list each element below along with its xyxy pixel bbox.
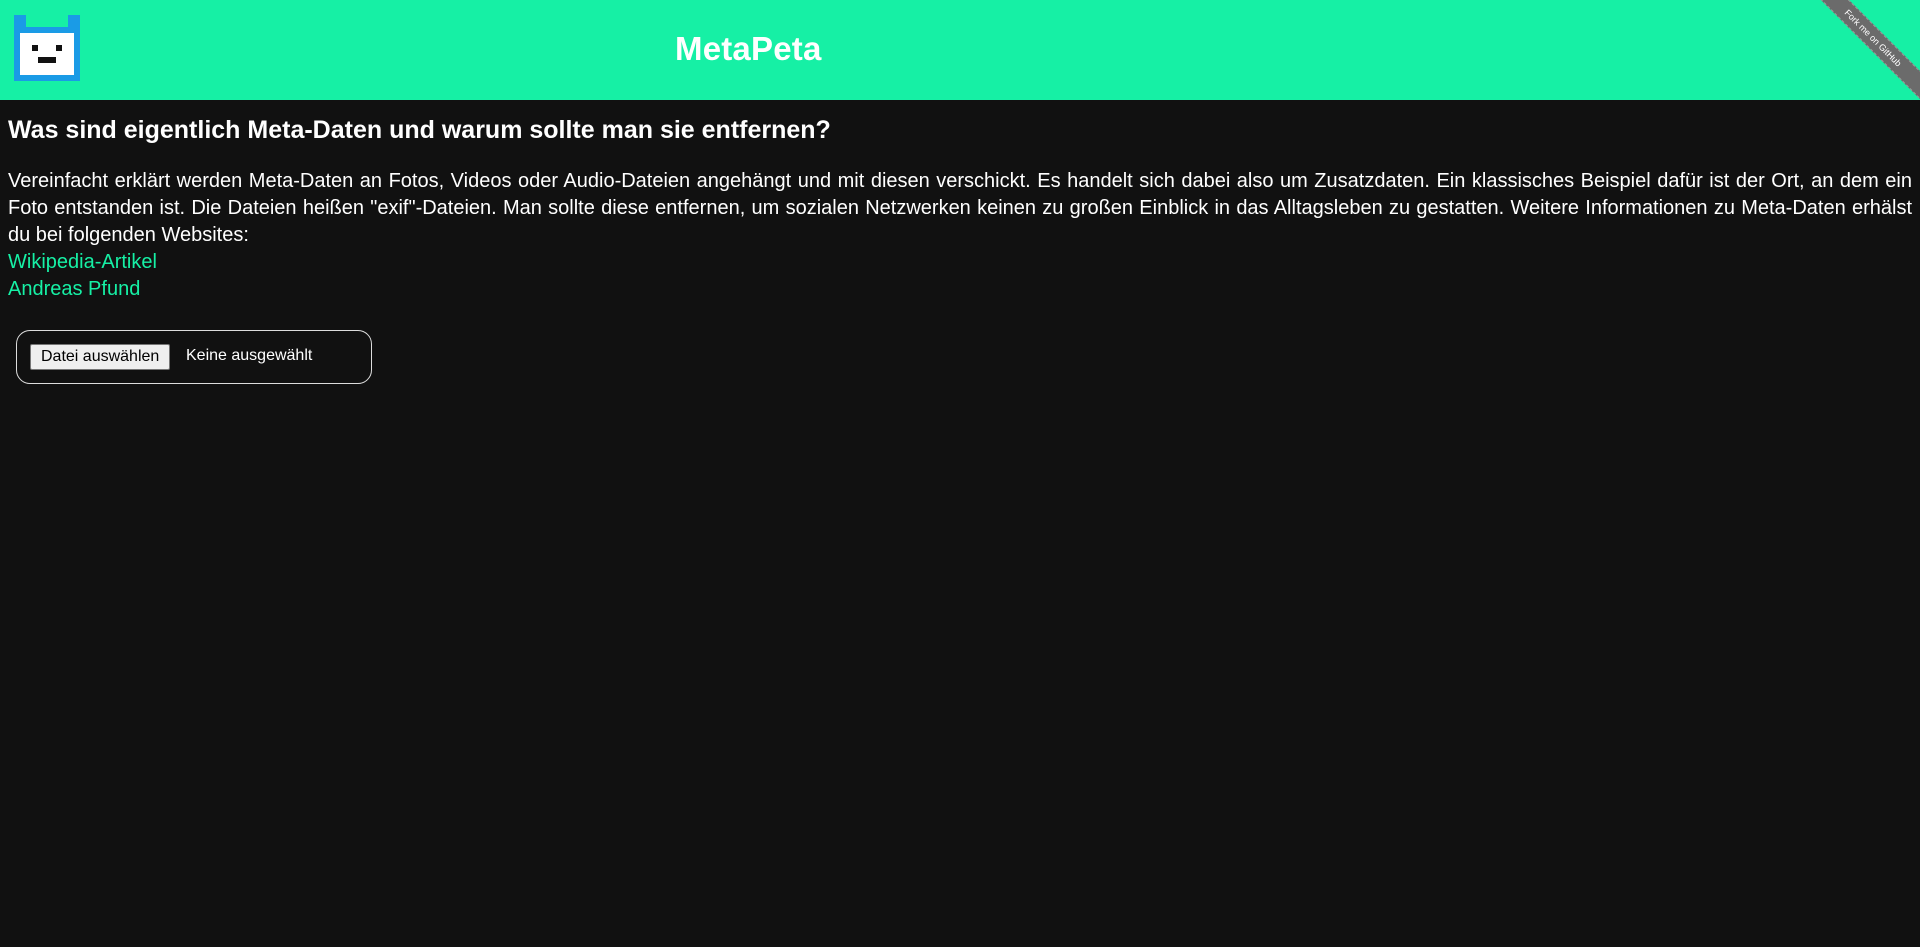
page-heading: Was sind eigentlich Meta-Daten und warum…	[8, 116, 831, 144]
pixel-cat-logo-icon[interactable]	[14, 15, 80, 81]
main-content: Was sind eigentlich Meta-Daten und warum…	[0, 114, 1920, 303]
file-upload-box: Datei auswählen Keine ausgewählt	[16, 330, 372, 384]
wikipedia-link[interactable]: Wikipedia-Artikel	[8, 249, 1912, 276]
andreas-pfund-link[interactable]: Andreas Pfund	[8, 276, 1912, 303]
intro-paragraph: Vereinfacht erklärt werden Meta-Daten an…	[8, 170, 1912, 246]
site-title: MetaPeta	[675, 30, 822, 67]
app-header: MetaPeta Fork me on GitHub	[0, 0, 1920, 100]
github-ribbon-wrap: Fork me on GitHub	[1810, 0, 1920, 100]
choose-file-button[interactable]: Datei auswählen	[30, 344, 171, 370]
file-status-text: Keine ausgewählt	[186, 347, 313, 364]
fork-me-ribbon[interactable]: Fork me on GitHub	[1810, 0, 1920, 100]
